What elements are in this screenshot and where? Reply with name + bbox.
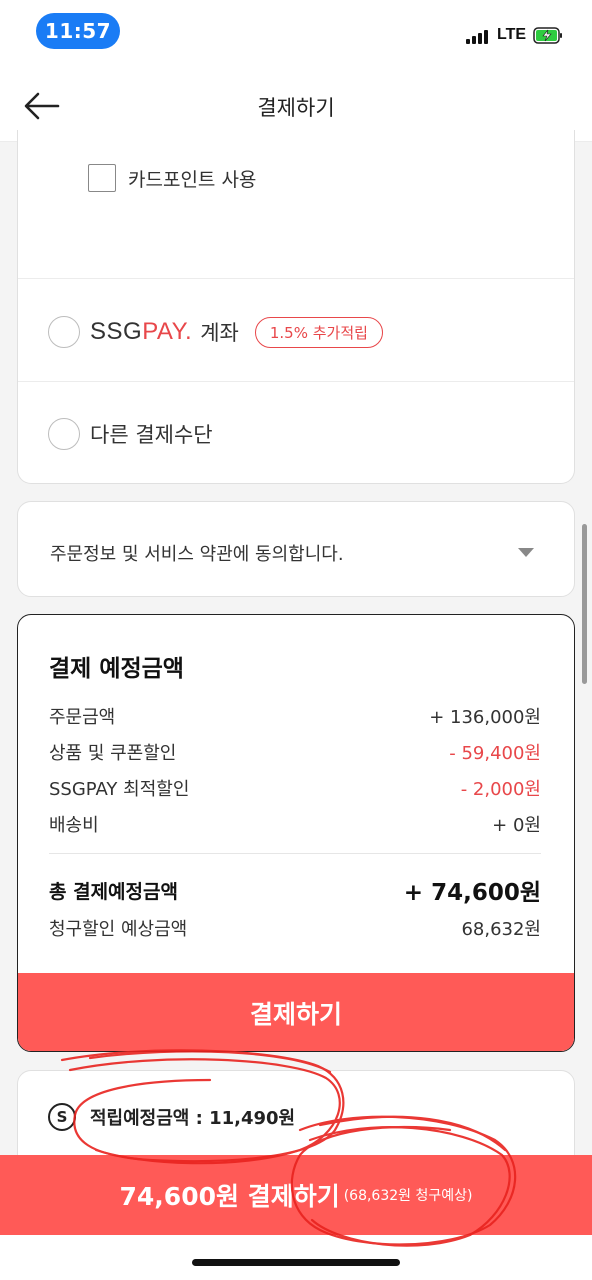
pay-button[interactable]: 결제하기 xyxy=(18,973,574,1051)
points-coin-icon: S xyxy=(48,1103,76,1131)
total-amount-row: 총 결제예정금액 + 74,600원 xyxy=(49,880,541,906)
ssgpay-account-option[interactable]: SSGPAY. 계좌 1.5% 추가적립 xyxy=(48,316,383,348)
ssgpay-logo: SSGPAY. xyxy=(90,318,193,345)
card-point-label: 카드포인트 사용 xyxy=(128,168,257,191)
divider xyxy=(18,278,574,279)
bottom-pay-label: 74,600원 결제하기 xyxy=(119,1182,340,1211)
other-payment-label: 다른 결제수단 xyxy=(90,423,213,447)
billing-estimate-label: (68,632원 청구예상) xyxy=(343,1188,473,1204)
billing-discount-row: 청구할인 예상금액 68,632원 xyxy=(49,919,541,940)
home-indicator-area xyxy=(0,1235,592,1280)
shipping-fee-row: 배송비 + 0원 xyxy=(49,815,541,836)
payment-summary-card: 결제 예정금액 주문금액 + 136,000원 상품 및 쿠폰할인 - 59,4… xyxy=(17,614,575,1052)
home-indicator[interactable] xyxy=(192,1259,400,1266)
card-point-option[interactable]: 카드포인트 사용 xyxy=(88,164,256,192)
card-point-checkbox[interactable] xyxy=(88,164,116,192)
other-payment-option[interactable]: 다른 결제수단 xyxy=(48,418,213,450)
reward-points-text: 적립예정금액 : 11,490원 xyxy=(90,1108,296,1129)
extra-points-badge: 1.5% 추가적립 xyxy=(254,316,383,348)
bottom-pay-button[interactable]: 74,600원 결제하기 (68,632원 청구예상) xyxy=(0,1155,592,1235)
reward-points-row: S 적립예정금액 : 11,490원 xyxy=(48,1103,295,1131)
terms-agreement-text: 주문정보 및 서비스 약관에 동의합니다. xyxy=(50,544,344,565)
divider xyxy=(18,381,574,382)
summary-title: 결제 예정금액 xyxy=(49,656,184,682)
page-title: 결제하기 xyxy=(257,96,335,120)
status-bar: 11:57 LTE xyxy=(0,0,592,70)
order-amount-row: 주문금액 + 136,000원 xyxy=(49,707,541,728)
ssgpay-discount-row: SSGPAY 최적할인 - 2,000원 xyxy=(49,779,541,800)
battery-charging-icon xyxy=(533,27,562,44)
payment-method-card: 카드포인트 사용 SSGPAY. 계좌 1.5% 추가적립 다른 결제수단 xyxy=(17,130,575,484)
cellular-signal-icon xyxy=(466,30,492,44)
scrollbar[interactable] xyxy=(582,524,587,684)
status-time: 11:57 xyxy=(36,13,120,49)
divider xyxy=(49,853,541,854)
ssgpay-account-label: 계좌 xyxy=(200,321,239,345)
expand-arrow-icon[interactable] xyxy=(518,548,534,557)
coupon-discount-row: 상품 및 쿠폰할인 - 59,400원 xyxy=(49,743,541,764)
network-type: LTE xyxy=(497,26,527,43)
other-payment-radio[interactable] xyxy=(48,418,80,450)
ssgpay-radio[interactable] xyxy=(48,316,80,348)
terms-agreement-card[interactable]: 주문정보 및 서비스 약관에 동의합니다. xyxy=(17,501,575,597)
